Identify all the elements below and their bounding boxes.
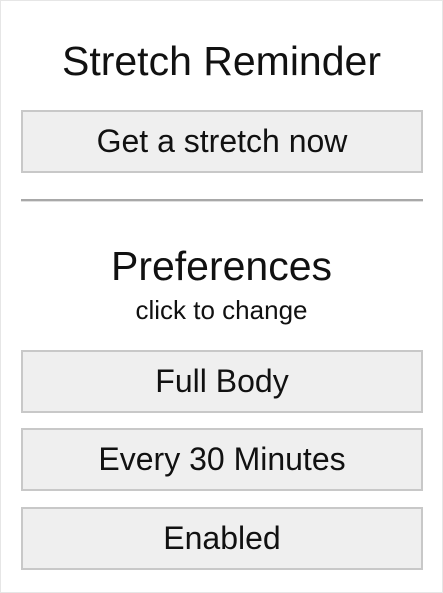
enabled-toggle-button[interactable]: Enabled — [21, 507, 423, 570]
app-title: Stretch Reminder — [61, 38, 381, 84]
get-stretch-now-button[interactable]: Get a stretch now — [21, 110, 423, 173]
preferences-hint: click to change — [135, 295, 308, 325]
section-divider — [21, 199, 423, 202]
preferences-heading: Preferences — [110, 243, 333, 289]
frequency-toggle-button[interactable]: Every 30 Minutes — [21, 428, 423, 491]
body-area-toggle-button[interactable]: Full Body — [21, 350, 423, 413]
